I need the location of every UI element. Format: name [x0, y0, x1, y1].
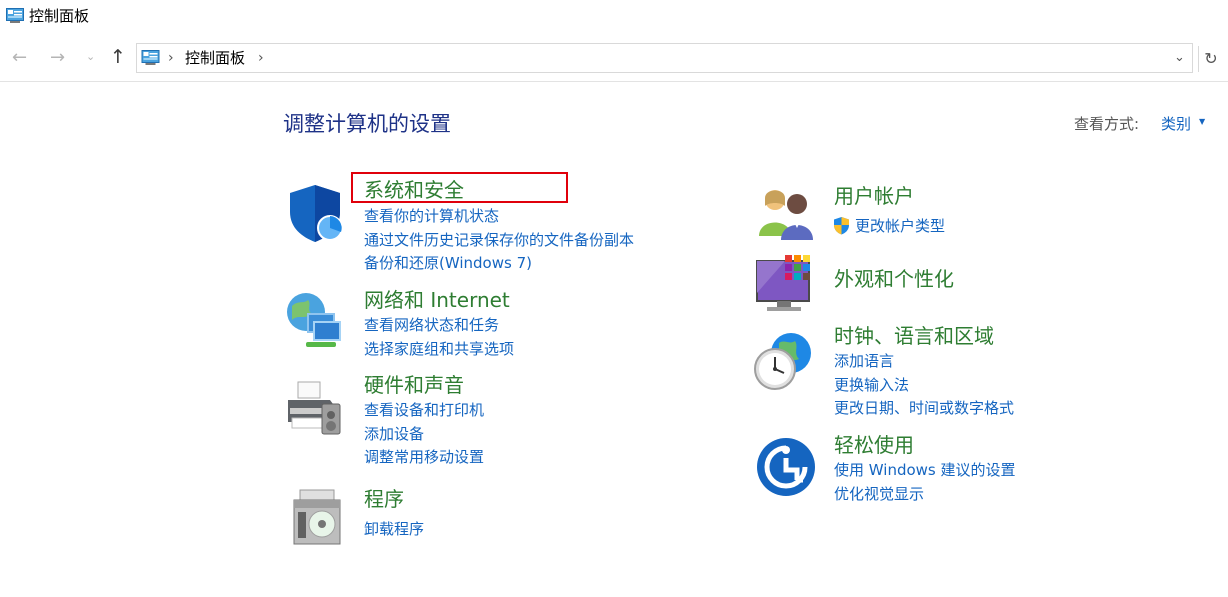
breadcrumb-separator[interactable]: › — [168, 46, 174, 70]
ease-of-access-icon[interactable] — [755, 436, 817, 498]
category-title-system-security[interactable]: 系统和安全 — [364, 177, 464, 203]
category-title-user-accounts[interactable]: 用户帐户 — [834, 183, 914, 209]
category-title-network-internet[interactable]: 网络和 Internet — [364, 287, 510, 313]
window-title: 控制面板 — [29, 7, 90, 25]
recent-locations-button[interactable]: ⌄ — [86, 50, 95, 63]
refresh-button[interactable]: ↻ — [1198, 46, 1223, 72]
category-title-programs[interactable]: 程序 — [364, 486, 404, 512]
category-link[interactable]: 卸载程序 — [364, 519, 424, 539]
category-link[interactable]: 通过文件历史记录保存你的文件备份副本 — [364, 230, 634, 250]
control-panel-icon — [6, 8, 24, 23]
shield-icon[interactable] — [284, 182, 346, 244]
category-link[interactable]: 优化视觉显示 — [834, 484, 924, 504]
clock-globe-icon[interactable] — [753, 331, 815, 393]
category-link[interactable]: 使用 Windows 建议的设置 — [834, 460, 1016, 480]
page-title: 调整计算机的设置 — [283, 112, 451, 136]
users-icon[interactable] — [755, 184, 817, 246]
address-bar[interactable] — [136, 43, 1193, 73]
category-link[interactable]: 查看网络状态和任务 — [364, 315, 499, 335]
category-link[interactable]: 添加语言 — [834, 351, 894, 371]
forward-button[interactable]: → — [50, 48, 65, 68]
category-link[interactable]: 备份和还原(Windows 7) — [364, 253, 532, 273]
category-title-clock-language-region[interactable]: 时钟、语言和区域 — [834, 323, 994, 349]
printer-icon[interactable] — [284, 378, 346, 440]
monitor-icon[interactable] — [755, 253, 817, 315]
view-by-dropdown[interactable]: 类别 — [1161, 114, 1191, 134]
category-link[interactable]: 查看你的计算机状态 — [364, 206, 499, 226]
category-title-appearance[interactable]: 外观和个性化 — [834, 266, 954, 292]
divider — [0, 81, 1228, 82]
category-link[interactable]: 选择家庭组和共享选项 — [364, 339, 514, 359]
uac-shield-icon — [834, 217, 849, 235]
category-title-ease-of-access[interactable]: 轻松使用 — [834, 432, 914, 458]
category-link[interactable]: 调整常用移动设置 — [364, 447, 484, 467]
up-button[interactable]: ↑ — [110, 47, 126, 67]
category-link[interactable]: 添加设备 — [364, 424, 424, 444]
view-by-label: 查看方式: — [1074, 115, 1140, 133]
category-title-hardware-sound[interactable]: 硬件和声音 — [364, 372, 464, 398]
category-link[interactable]: 更改日期、时间或数字格式 — [834, 398, 1014, 418]
back-button[interactable]: ← — [12, 48, 27, 68]
breadcrumb-separator[interactable]: › — [258, 46, 264, 70]
title-bar — [0, 0, 1228, 34]
chevron-down-icon[interactable]: ▼ — [1199, 116, 1205, 128]
programs-icon[interactable] — [288, 486, 350, 548]
address-dropdown-button[interactable]: ⌄ — [1174, 47, 1185, 69]
network-icon[interactable] — [284, 290, 346, 352]
breadcrumb-control-panel[interactable]: 控制面板 — [185, 47, 245, 69]
category-link[interactable]: 更改帐户类型 — [855, 216, 945, 236]
category-link[interactable]: 查看设备和打印机 — [364, 400, 484, 420]
control-panel-icon — [141, 50, 160, 65]
category-link[interactable]: 更换输入法 — [834, 375, 909, 395]
